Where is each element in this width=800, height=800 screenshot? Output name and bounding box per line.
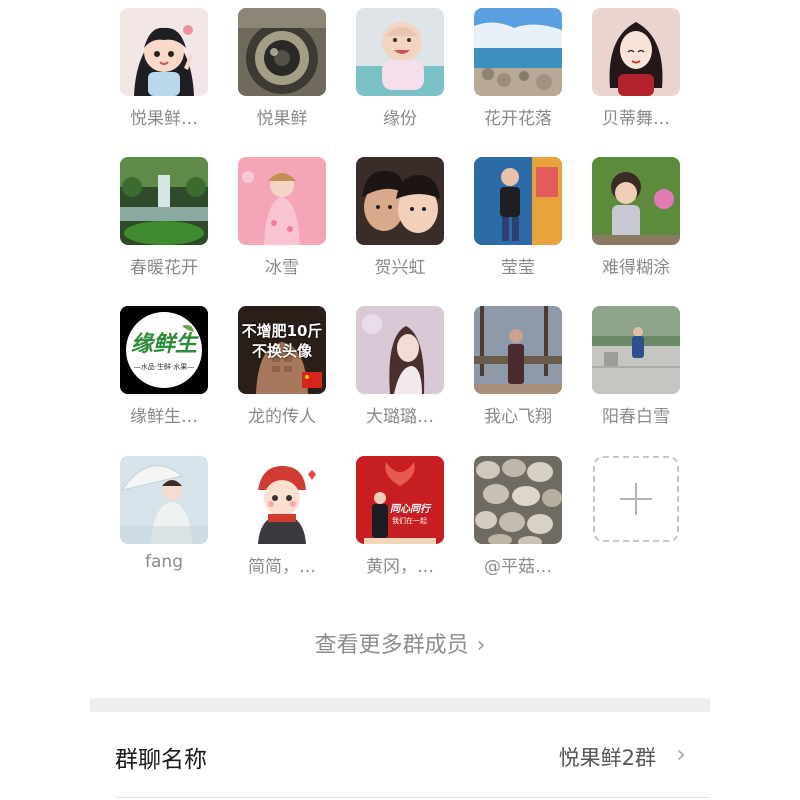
mother-child-photo	[356, 157, 444, 245]
member-name: 大璐璐…	[366, 407, 434, 427]
section-divider	[90, 698, 710, 712]
member-tile[interactable]: 莹莹	[459, 157, 577, 297]
toddler-garden-photo	[592, 157, 680, 245]
woman-pink-background-photo	[238, 157, 326, 245]
member-tile[interactable]: 简简，…	[223, 456, 341, 596]
plus-icon-vertical	[635, 483, 637, 515]
member-name: @平菇…	[484, 557, 552, 577]
member-tile[interactable]: 不增肥10斤 不换头像 龙的传人	[223, 306, 341, 446]
yuanxiansheng-logo: 缘鲜生 —水品·生鲜·水果—	[120, 306, 208, 394]
member-tile[interactable]: 我心飞翔	[459, 306, 577, 446]
member-name: 花开花落	[484, 109, 552, 129]
logo-subtext: —水品·生鲜·水果—	[133, 363, 195, 371]
view-more-members-link[interactable]: 查看更多群成员 ›	[250, 626, 550, 666]
member-name: 黄冈，…	[366, 557, 434, 577]
member-tile[interactable]: 缘份	[341, 8, 459, 148]
member-tile[interactable]: 难得糊涂	[577, 157, 695, 297]
umbrella-woman-photo	[120, 456, 208, 544]
group-name-value: 悦果鲜2群	[558, 746, 656, 770]
member-tile[interactable]: 缘鲜生 —水品·生鲜·水果— 缘鲜生…	[105, 306, 223, 446]
soft-portrait-photo	[356, 306, 444, 394]
member-name: 阳春白雪	[602, 407, 670, 427]
logo-text: 缘鲜生	[130, 332, 197, 357]
cartoon-red-hat-avatar	[238, 456, 326, 544]
member-tile[interactable]: 阳春白雪	[577, 306, 695, 446]
chevron-right-icon: ›	[476, 633, 486, 658]
member-name: 悦果鲜	[256, 109, 308, 129]
member-tile[interactable]: 贺兴虹	[341, 157, 459, 297]
member-tile[interactable]: 同心同行 我们在一起 黄冈，…	[341, 456, 459, 596]
courtyard-photo	[592, 306, 680, 394]
overlay-line-1: 不增肥10斤	[241, 322, 323, 340]
camera-lens-photo	[238, 8, 326, 96]
member-tile[interactable]: fang	[105, 456, 223, 596]
member-name: 春暖花开	[130, 258, 198, 278]
child-playground-photo	[474, 157, 562, 245]
member-tile[interactable]: 冰雪	[223, 157, 341, 297]
view-more-label: 查看更多群成员	[314, 633, 469, 658]
cartoon-girl-avatar	[120, 8, 208, 96]
member-name: 贺兴虹	[374, 258, 426, 278]
member-name: 难得糊涂	[602, 258, 670, 278]
red-poster-avatar: 同心同行 我们在一起	[356, 456, 444, 544]
poster-text-2: 我们在一起	[392, 517, 427, 525]
group-name-row[interactable]: 群聊名称 悦果鲜2群 ›	[115, 730, 690, 786]
fitness-text-photo: 不增肥10斤 不换头像	[238, 306, 326, 394]
add-member-button[interactable]	[593, 456, 679, 542]
member-grid: 悦果鲜… 悦果鲜 缘份 花开花落 贝蒂舞… 春暖花开 冰雪 贺兴虹 莹莹 难得糊…	[0, 0, 800, 600]
baby-photo	[356, 8, 444, 96]
member-name: 缘份	[383, 109, 417, 129]
member-name: fang	[145, 552, 183, 572]
group-name-label: 群聊名称	[115, 747, 207, 773]
row-divider	[115, 797, 710, 798]
member-name: 缘鲜生…	[130, 407, 198, 427]
member-tile[interactable]: 春暖花开	[105, 157, 223, 297]
illustrated-woman-avatar	[592, 8, 680, 96]
member-name: 悦果鲜…	[130, 109, 198, 129]
member-tile[interactable]: 花开花落	[459, 8, 577, 148]
member-tile[interactable]: @平菇…	[459, 456, 577, 596]
member-name: 贝蒂舞…	[602, 109, 670, 129]
seaside-photo	[474, 8, 562, 96]
park-woman-photo	[474, 306, 562, 394]
member-name: 简简，…	[248, 557, 316, 577]
poster-text-1: 同心同行	[390, 504, 430, 515]
member-tile[interactable]: 悦果鲜…	[105, 8, 223, 148]
member-tile[interactable]: 大璐璐…	[341, 306, 459, 446]
member-tile[interactable]: 悦果鲜	[223, 8, 341, 148]
chevron-right-icon: ›	[676, 740, 686, 768]
mushrooms-photo	[474, 456, 562, 544]
member-name: 龙的传人	[248, 407, 316, 427]
member-tile[interactable]: 贝蒂舞…	[577, 8, 695, 148]
overlay-line-2: 不换头像	[251, 342, 312, 360]
waterfall-photo	[120, 157, 208, 245]
member-name: 冰雪	[265, 258, 299, 278]
member-name: 我心飞翔	[484, 407, 552, 427]
member-name: 莹莹	[501, 258, 535, 278]
